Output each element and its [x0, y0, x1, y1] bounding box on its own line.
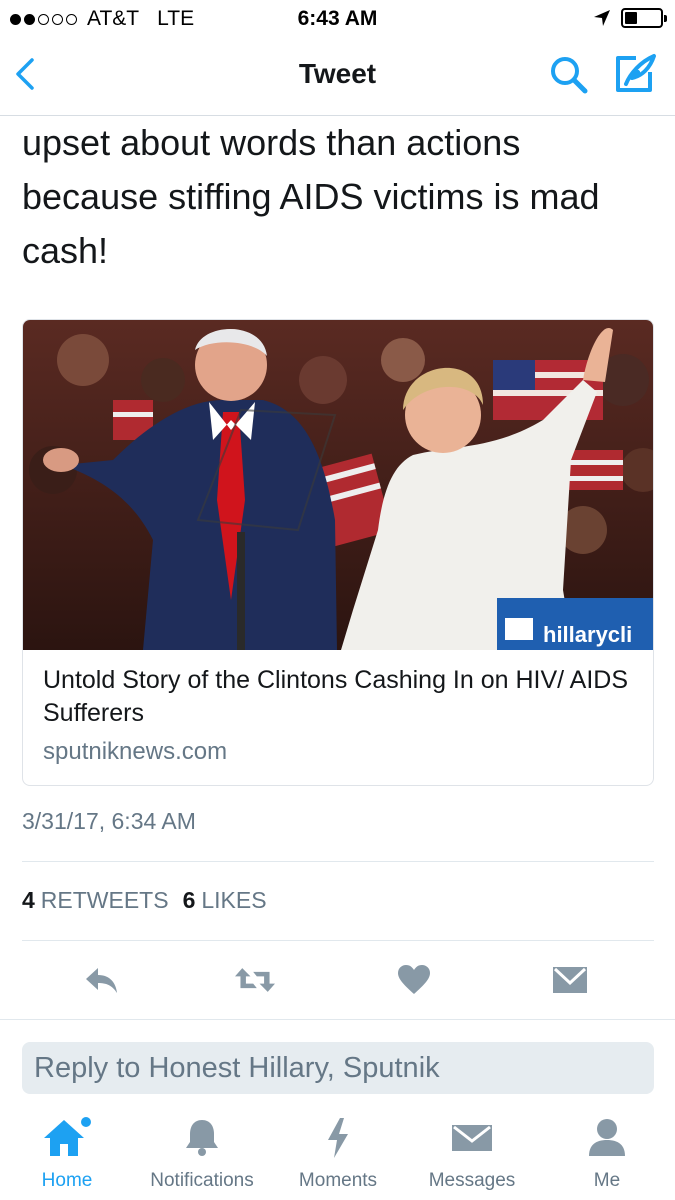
person-icon	[589, 1119, 625, 1156]
like-icon	[398, 965, 430, 994]
retweets-label: RETWEETS	[40, 887, 169, 913]
tab-notifications-label: Notifications	[150, 1170, 254, 1191]
divider	[0, 1019, 675, 1020]
tab-me-label: Me	[593, 1170, 621, 1191]
bell-icon	[186, 1120, 218, 1156]
link-card[interactable]: hillarycli Untold Story of the Clintons …	[22, 319, 654, 786]
tab-bar: Home Notifications Moments Messages Me	[0, 1110, 675, 1200]
search-button[interactable]	[548, 54, 590, 96]
tweet-timestamp: 3/31/17, 6:34 AM	[22, 808, 196, 834]
tab-messages-label: Messages	[428, 1170, 516, 1191]
compose-icon	[616, 54, 656, 92]
direct-message-button[interactable]	[550, 955, 590, 1005]
retweet-button[interactable]	[235, 955, 275, 1005]
divider	[22, 940, 654, 941]
compose-button[interactable]	[612, 52, 658, 96]
tab-me[interactable]: Me	[575, 1110, 639, 1200]
direct-message-icon	[553, 967, 587, 993]
retweets-count: 4	[22, 887, 35, 913]
status-bar: AT&T LTE 6:43 AM	[0, 0, 675, 40]
likes-label: LIKES	[201, 887, 267, 913]
tab-messages[interactable]: Messages	[420, 1110, 524, 1200]
reply-icon	[86, 968, 117, 993]
status-right	[593, 8, 667, 28]
tweet-text-line: cash!	[22, 230, 109, 271]
tweet-actions	[0, 955, 675, 1005]
tweet-text-line: upset about words than actions	[22, 122, 521, 163]
podium-banner-text: hillarycli	[543, 622, 632, 647]
tab-moments-label: Moments	[298, 1170, 378, 1191]
battery-icon	[621, 8, 667, 28]
card-domain: sputniknews.com	[43, 738, 228, 765]
retweets-stat[interactable]: 4 RETWEETS	[22, 887, 169, 914]
tab-home-label: Home	[41, 1170, 93, 1191]
tab-moments[interactable]: Moments	[290, 1110, 386, 1200]
card-title: Untold Story of the Clintons Cashing In …	[43, 666, 629, 727]
likes-count: 6	[182, 887, 196, 913]
home-icon	[44, 1117, 91, 1156]
tweet-text-line: because stiffing AIDS victims is mad	[22, 176, 600, 217]
tab-home[interactable]: Home	[20, 1110, 114, 1200]
likes-stat[interactable]: 6 LIKES	[183, 887, 267, 914]
envelope-icon	[452, 1125, 492, 1151]
card-photo: hillarycli	[23, 320, 653, 650]
retweet-icon	[235, 968, 275, 992]
status-time: 6:43 AM	[297, 7, 378, 30]
tweet-stats: 4 RETWEETS 6 LIKES	[22, 887, 267, 914]
card-image: hillarycli	[23, 320, 653, 650]
like-button[interactable]	[394, 955, 434, 1005]
lightning-icon	[328, 1118, 348, 1158]
tab-notifications[interactable]: Notifications	[138, 1110, 266, 1200]
search-icon	[551, 57, 588, 94]
divider	[22, 861, 654, 862]
tweet-text: upset about words than actions because s…	[22, 116, 652, 278]
location-arrow-icon	[594, 10, 610, 26]
reply-input[interactable]: Reply to Honest Hillary, Sputnik	[22, 1042, 654, 1094]
reply-button[interactable]	[82, 955, 122, 1005]
nav-bar: Tweet	[0, 40, 675, 116]
